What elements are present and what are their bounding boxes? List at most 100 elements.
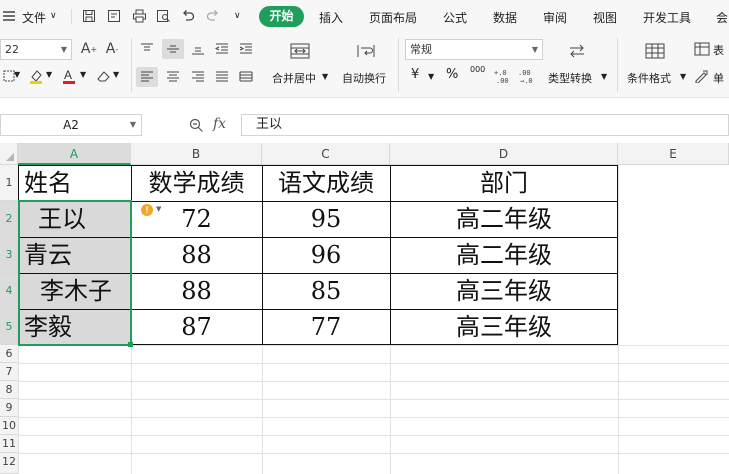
- tab-review[interactable]: 审阅: [543, 9, 567, 26]
- hamburger-icon[interactable]: [0, 7, 18, 25]
- merge-center-icon[interactable]: [289, 41, 311, 61]
- eraser-icon[interactable]: [94, 67, 112, 85]
- save-icon[interactable]: [80, 7, 98, 25]
- currency-button[interactable]: ¥: [411, 67, 419, 82]
- cond-format-dropdown-icon[interactable]: ▼: [680, 72, 686, 81]
- conditional-format-label[interactable]: 条件格式: [627, 70, 671, 86]
- col-header-b[interactable]: B: [131, 143, 262, 165]
- cell-b4[interactable]: 88: [131, 274, 262, 308]
- justify-icon[interactable]: [213, 68, 231, 86]
- table-style-icon[interactable]: [693, 40, 711, 58]
- align-bottom-icon[interactable]: [189, 40, 207, 58]
- cell-b5[interactable]: 87: [131, 310, 262, 344]
- file-dropdown-icon[interactable]: ∨: [50, 11, 57, 21]
- formula-input[interactable]: 王以: [241, 114, 729, 136]
- wrap-text-label[interactable]: 自动换行: [342, 70, 386, 86]
- cell-c5[interactable]: 77: [262, 310, 390, 344]
- col-header-a[interactable]: A: [18, 143, 131, 165]
- name-box[interactable]: A2 ▼: [0, 114, 142, 136]
- zoom-formula-icon[interactable]: [187, 116, 205, 134]
- align-right-icon[interactable]: [189, 68, 207, 86]
- row-header-6[interactable]: 6: [0, 345, 18, 363]
- align-top-icon[interactable]: [138, 40, 156, 58]
- merge-center-label[interactable]: 合并居中: [272, 70, 316, 86]
- font-size-select[interactable]: 22 ▼: [0, 39, 72, 60]
- decrease-decimal-icon[interactable]: .00 →.0: [518, 67, 536, 85]
- increase-font-icon[interactable]: A +: [80, 40, 98, 58]
- row-header-2[interactable]: 2: [0, 201, 18, 237]
- fill-handle[interactable]: [128, 342, 133, 347]
- row-header-1[interactable]: 1: [0, 165, 18, 201]
- cell-d4[interactable]: 高三年级: [390, 274, 618, 308]
- cell-d3[interactable]: 高二年级: [390, 238, 618, 272]
- align-left-icon[interactable]: [136, 67, 158, 87]
- menu-file[interactable]: 文件: [22, 9, 46, 26]
- cell-c3[interactable]: 96: [262, 238, 390, 272]
- fill-color-icon[interactable]: [27, 67, 45, 85]
- col-header-e[interactable]: E: [618, 143, 729, 165]
- align-middle-icon[interactable]: [162, 39, 184, 59]
- row-header-5[interactable]: 5: [0, 309, 18, 345]
- table-style-label[interactable]: 表: [713, 42, 724, 58]
- print-icon[interactable]: [130, 7, 148, 25]
- decrease-font-icon[interactable]: A-: [103, 40, 121, 58]
- cell-b3[interactable]: 88: [131, 238, 262, 272]
- cell-style-icon[interactable]: [693, 67, 711, 85]
- row-header-10[interactable]: 10: [0, 417, 18, 435]
- font-color-dropdown-icon[interactable]: ▼: [80, 70, 86, 79]
- currency-dropdown-icon[interactable]: ▼: [428, 72, 434, 81]
- row-header-12[interactable]: 12: [0, 453, 18, 474]
- warning-icon[interactable]: !: [141, 204, 153, 216]
- distributed-align-icon[interactable]: [237, 68, 255, 86]
- increase-indent-icon[interactable]: [237, 40, 255, 58]
- increase-decimal-icon[interactable]: +.0.00: [494, 67, 512, 85]
- cell-c2[interactable]: 95: [262, 202, 390, 236]
- percent-button[interactable]: %: [446, 67, 458, 82]
- row-header-8[interactable]: 8: [0, 381, 18, 399]
- tab-member[interactable]: 会: [716, 9, 728, 26]
- decrease-indent-icon[interactable]: [213, 40, 231, 58]
- quick-access-dropdown-icon[interactable]: ∨: [234, 11, 241, 21]
- merge-dropdown-icon[interactable]: ▼: [322, 72, 328, 81]
- eraser-dropdown-icon[interactable]: ▼: [113, 70, 119, 79]
- tab-developer[interactable]: 开发工具: [643, 9, 691, 26]
- export-pdf-icon[interactable]: [105, 7, 123, 25]
- row-header-11[interactable]: 11: [0, 435, 18, 453]
- redo-icon[interactable]: [204, 7, 222, 25]
- type-convert-dropdown-icon[interactable]: ▼: [601, 72, 607, 81]
- tab-view[interactable]: 视图: [593, 9, 617, 26]
- font-color-icon[interactable]: A: [60, 67, 78, 85]
- warning-dropdown-icon[interactable]: ▼: [156, 205, 161, 213]
- row-header-7[interactable]: 7: [0, 363, 18, 381]
- tab-page-layout[interactable]: 页面布局: [369, 9, 417, 26]
- tab-home[interactable]: 开始: [259, 6, 304, 27]
- cell-c1[interactable]: 语文成绩: [262, 166, 390, 200]
- wrap-text-icon[interactable]: [355, 41, 377, 61]
- row-header-3[interactable]: 3: [0, 237, 18, 273]
- select-all-corner[interactable]: [0, 143, 18, 165]
- cell-d1[interactable]: 部门: [390, 166, 618, 200]
- fill-dropdown-icon[interactable]: ▼: [46, 70, 52, 79]
- cell-c4[interactable]: 85: [262, 274, 390, 308]
- number-format-select[interactable]: 常规 ▼: [405, 39, 543, 60]
- col-header-d[interactable]: D: [390, 143, 618, 165]
- row-header-4[interactable]: 4: [0, 273, 18, 309]
- cell-d5[interactable]: 高三年级: [390, 310, 618, 344]
- tab-formulas[interactable]: 公式: [443, 9, 467, 26]
- cell-a1[interactable]: 姓名: [24, 166, 72, 200]
- row-header-9[interactable]: 9: [0, 399, 18, 417]
- fx-icon[interactable]: fx: [213, 116, 226, 132]
- border-dropdown-icon[interactable]: ▼: [14, 70, 20, 79]
- tab-data[interactable]: 数据: [493, 9, 517, 26]
- type-convert-icon[interactable]: [566, 41, 588, 61]
- type-convert-label[interactable]: 类型转换: [548, 70, 592, 86]
- thousands-separator-button[interactable]: 000: [470, 65, 485, 74]
- cell-style-label[interactable]: 单: [713, 70, 724, 86]
- cell-d2[interactable]: 高二年级: [390, 202, 618, 236]
- undo-icon[interactable]: [179, 7, 197, 25]
- tab-insert[interactable]: 插入: [319, 9, 343, 26]
- conditional-format-icon[interactable]: [644, 41, 666, 61]
- col-header-c[interactable]: C: [262, 143, 390, 165]
- print-preview-icon[interactable]: [154, 7, 172, 25]
- cell-b1[interactable]: 数学成绩: [131, 166, 262, 200]
